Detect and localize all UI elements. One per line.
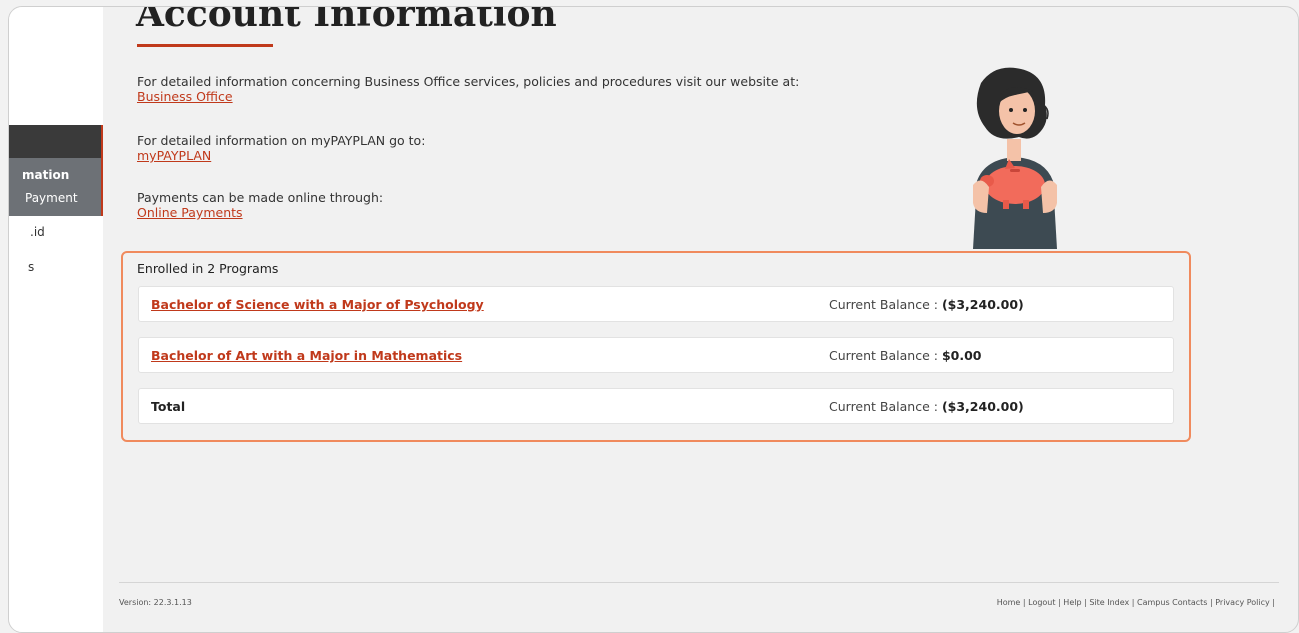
- program-link-psychology[interactable]: Bachelor of Science with a Major of Psyc…: [151, 297, 484, 312]
- payplan-info: For detailed information on myPAYPLAN go…: [137, 133, 425, 163]
- total-balance: Current Balance : ($3,240.00): [829, 399, 1024, 414]
- piggy-bank-illustration-icon: [973, 67, 1057, 249]
- page-title: Account Information: [136, 6, 557, 35]
- online-payments-text: Payments can be made online through:: [137, 190, 384, 205]
- footer-divider: [119, 582, 1279, 583]
- total-label: Total: [151, 399, 186, 414]
- business-office-link[interactable]: Business Office: [137, 89, 233, 104]
- payplan-text: For detailed information on myPAYPLAN go…: [137, 133, 426, 148]
- balance-label: Current Balance :: [829, 348, 938, 363]
- sidebar: mation Payment .id s: [9, 7, 104, 632]
- payplan-link[interactable]: myPAYPLAN: [137, 148, 211, 163]
- programs-heading: Enrolled in 2 Programs: [137, 261, 279, 276]
- balance-label: Current Balance :: [829, 297, 938, 312]
- footer-links[interactable]: Home | Logout | Help | Site Index | Camp…: [997, 598, 1275, 607]
- balance-label: Current Balance :: [829, 399, 938, 414]
- footer-version: Version: 22.3.1.13: [119, 598, 192, 607]
- sidebar-item-payment[interactable]: Payment: [25, 191, 78, 205]
- program-row: Bachelor of Art with a Major in Mathemat…: [138, 337, 1174, 373]
- sidebar-item-account-information[interactable]: mation: [22, 168, 69, 182]
- balance-value: ($3,240.00): [941, 297, 1024, 312]
- balance-value: $0.00: [941, 348, 982, 363]
- program-balance: Current Balance : $0.00: [829, 348, 982, 363]
- online-payments-info: Payments can be made online through: Onl…: [137, 190, 383, 220]
- program-link-mathematics[interactable]: Bachelor of Art with a Major in Mathemat…: [151, 348, 462, 363]
- enrolled-programs-panel: Enrolled in 2 Programs Bachelor of Scien…: [121, 251, 1191, 442]
- title-underline: [137, 44, 273, 47]
- business-office-info: For detailed information concerning Busi…: [137, 74, 799, 104]
- total-row: Total Current Balance : ($3,240.00): [138, 388, 1174, 424]
- browser-frame: mation Payment .id s Account Information…: [8, 6, 1299, 633]
- business-office-text: For detailed information concerning Busi…: [137, 74, 800, 89]
- sidebar-active-group: mation Payment: [9, 158, 104, 216]
- program-balance: Current Balance : ($3,240.00): [829, 297, 1024, 312]
- main-content: Account Information For detailed informa…: [103, 7, 1281, 632]
- total-balance-value: ($3,240.00): [941, 399, 1024, 414]
- sidebar-header: [9, 125, 104, 158]
- program-row: Bachelor of Science with a Major of Psyc…: [138, 286, 1174, 322]
- sidebar-item-financial-aid[interactable]: .id: [30, 225, 45, 239]
- online-payments-link[interactable]: Online Payments: [137, 205, 243, 220]
- sidebar-item-more[interactable]: s: [28, 260, 34, 274]
